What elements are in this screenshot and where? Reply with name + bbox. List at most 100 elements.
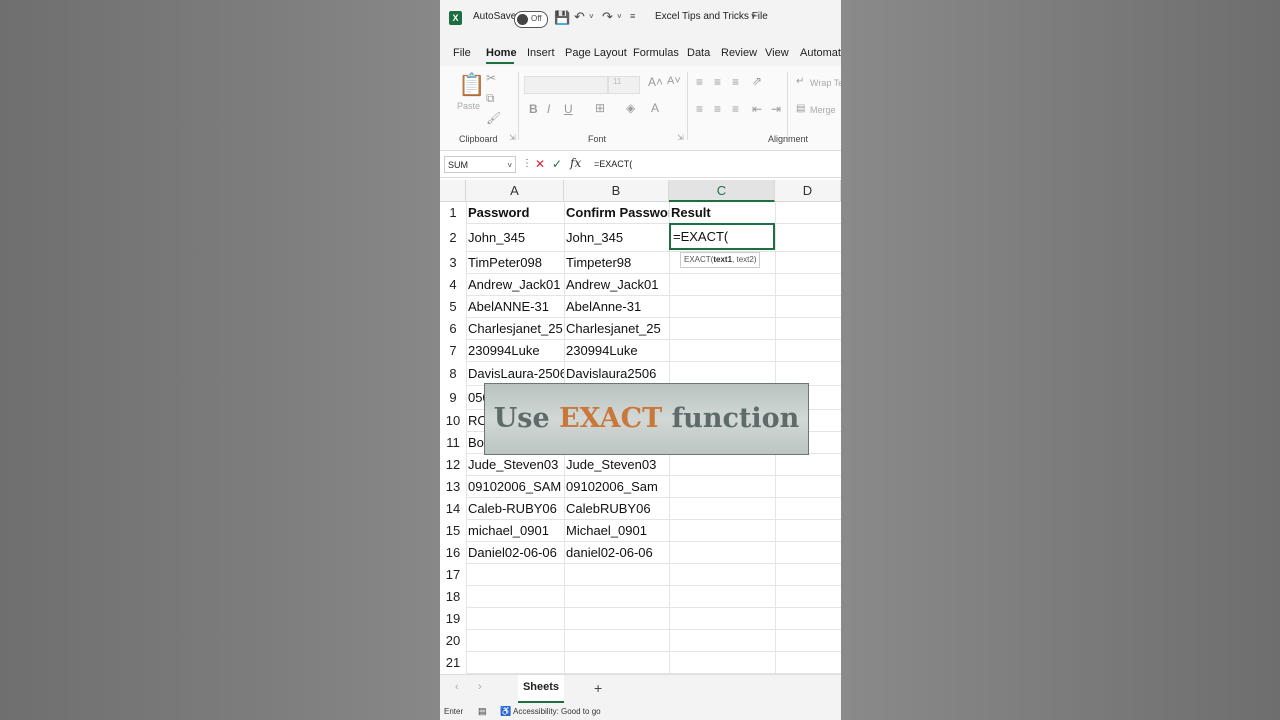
row-header[interactable]: 12: [440, 454, 466, 476]
cell-c17[interactable]: [669, 564, 775, 586]
cut-icon[interactable]: ✂: [486, 71, 496, 85]
format-painter-icon[interactable]: 🖌: [486, 111, 501, 125]
cell-c4[interactable]: [669, 274, 775, 296]
tab-review[interactable]: Review: [721, 47, 757, 59]
undo-icon[interactable]: ↶: [574, 9, 585, 25]
column-header-a[interactable]: A: [466, 180, 564, 202]
cell-b13[interactable]: 09102006_Sam: [564, 476, 669, 498]
cell-b17[interactable]: [564, 564, 669, 586]
merge-button[interactable]: Merge: [810, 105, 836, 115]
cell-d12[interactable]: [775, 454, 841, 476]
enter-icon[interactable]: ✓: [552, 157, 562, 171]
clipboard-launcher-icon[interactable]: ⇲: [509, 133, 516, 142]
wrap-text-icon[interactable]: ↵: [796, 76, 804, 87]
save-icon[interactable]: 💾: [554, 10, 570, 26]
font-color-icon[interactable]: A: [651, 101, 659, 115]
cell-a1[interactable]: Password: [466, 202, 564, 224]
italic-icon[interactable]: I: [547, 102, 550, 116]
cell-c19[interactable]: [669, 608, 775, 630]
cell-b21[interactable]: [564, 652, 669, 674]
underline-icon[interactable]: U: [564, 102, 573, 116]
cell-d20[interactable]: [775, 630, 841, 652]
cell-c16[interactable]: [669, 542, 775, 564]
redo-icon[interactable]: ↷: [602, 9, 613, 25]
cell-a19[interactable]: [466, 608, 564, 630]
row-header[interactable]: 4: [440, 274, 466, 296]
cell-a16[interactable]: Daniel02-06-06: [466, 542, 564, 564]
tab-page-layout[interactable]: Page Layout: [565, 47, 627, 59]
cell-c5[interactable]: [669, 296, 775, 318]
title-dropdown-icon[interactable]: ˅: [751, 12, 756, 21]
row-header[interactable]: 10: [440, 410, 466, 432]
tab-automate[interactable]: Automate: [800, 47, 841, 59]
cell-b2[interactable]: John_345: [564, 224, 669, 252]
select-all-corner[interactable]: [440, 180, 466, 202]
borders-icon[interactable]: ⊞: [595, 101, 605, 115]
cell-a20[interactable]: [466, 630, 564, 652]
row-header[interactable]: 13: [440, 476, 466, 498]
row-header[interactable]: 11: [440, 432, 466, 454]
cell-b20[interactable]: [564, 630, 669, 652]
copy-icon[interactable]: ⧉: [486, 91, 495, 106]
cell-a6[interactable]: Charlesjanet_25: [466, 318, 564, 340]
cell-d6[interactable]: [775, 318, 841, 340]
bold-icon[interactable]: B: [529, 102, 538, 116]
row-header[interactable]: 3: [440, 252, 466, 274]
font-name-box[interactable]: [524, 76, 608, 94]
cell-a4[interactable]: Andrew_Jack01: [466, 274, 564, 296]
cell-a21[interactable]: [466, 652, 564, 674]
cell-b4[interactable]: Andrew_Jack01: [564, 274, 669, 296]
add-sheet-button[interactable]: +: [594, 680, 602, 696]
cell-d2[interactable]: [775, 224, 841, 252]
tab-file[interactable]: File: [453, 47, 471, 59]
cell-a13[interactable]: 09102006_SAM: [466, 476, 564, 498]
cell-a14[interactable]: Caleb-RUBY06: [466, 498, 564, 520]
font-launcher-icon[interactable]: ⇲: [677, 133, 684, 142]
cell-b1[interactable]: Confirm Password: [564, 202, 669, 224]
merge-icon[interactable]: ▤: [796, 103, 805, 114]
cell-a12[interactable]: Jude_Steven03: [466, 454, 564, 476]
increase-indent-icon[interactable]: ⇥: [771, 102, 781, 116]
cell-c7[interactable]: [669, 340, 775, 362]
cell-d7[interactable]: [775, 340, 841, 362]
cell-d21[interactable]: [775, 652, 841, 674]
prev-sheet-icon[interactable]: ‹: [455, 681, 459, 693]
align-left-icon[interactable]: ≡: [696, 102, 703, 116]
align-middle-icon[interactable]: ≡: [714, 75, 721, 89]
row-header[interactable]: 2: [440, 224, 466, 252]
cell-b15[interactable]: Michael_0901: [564, 520, 669, 542]
accessibility-status[interactable]: Accessibility: Good to go: [513, 703, 601, 720]
next-sheet-icon[interactable]: ›: [478, 681, 482, 693]
cell-d3[interactable]: [775, 252, 841, 274]
row-header[interactable]: 19: [440, 608, 466, 630]
tab-home[interactable]: Home: [486, 47, 517, 59]
row-header[interactable]: 21: [440, 652, 466, 674]
cell-d18[interactable]: [775, 586, 841, 608]
row-header[interactable]: 20: [440, 630, 466, 652]
function-tooltip[interactable]: EXACT(text1, text2): [680, 252, 761, 268]
column-header-d[interactable]: D: [775, 180, 841, 202]
cell-c12[interactable]: [669, 454, 775, 476]
cell-b3[interactable]: Timpeter98: [564, 252, 669, 274]
accessibility-icon[interactable]: ♿: [500, 703, 511, 720]
align-bottom-icon[interactable]: ≡: [732, 75, 739, 89]
cell-b19[interactable]: [564, 608, 669, 630]
tab-view[interactable]: View: [765, 47, 789, 59]
row-header[interactable]: 17: [440, 564, 466, 586]
increase-font-icon[interactable]: A˄: [648, 75, 663, 89]
row-header[interactable]: 16: [440, 542, 466, 564]
row-header[interactable]: 9: [440, 386, 466, 410]
row-header[interactable]: 1: [440, 202, 466, 224]
row-header[interactable]: 5: [440, 296, 466, 318]
row-header[interactable]: 7: [440, 340, 466, 362]
cell-c18[interactable]: [669, 586, 775, 608]
formula-input[interactable]: =EXACT(: [594, 159, 632, 169]
cell-a17[interactable]: [466, 564, 564, 586]
autosave-toggle[interactable]: Off: [514, 11, 548, 28]
row-header[interactable]: 6: [440, 318, 466, 340]
cell-c13[interactable]: [669, 476, 775, 498]
cell-c15[interactable]: [669, 520, 775, 542]
cell-d13[interactable]: [775, 476, 841, 498]
row-header[interactable]: 14: [440, 498, 466, 520]
cell-a2[interactable]: John_345: [466, 224, 564, 252]
